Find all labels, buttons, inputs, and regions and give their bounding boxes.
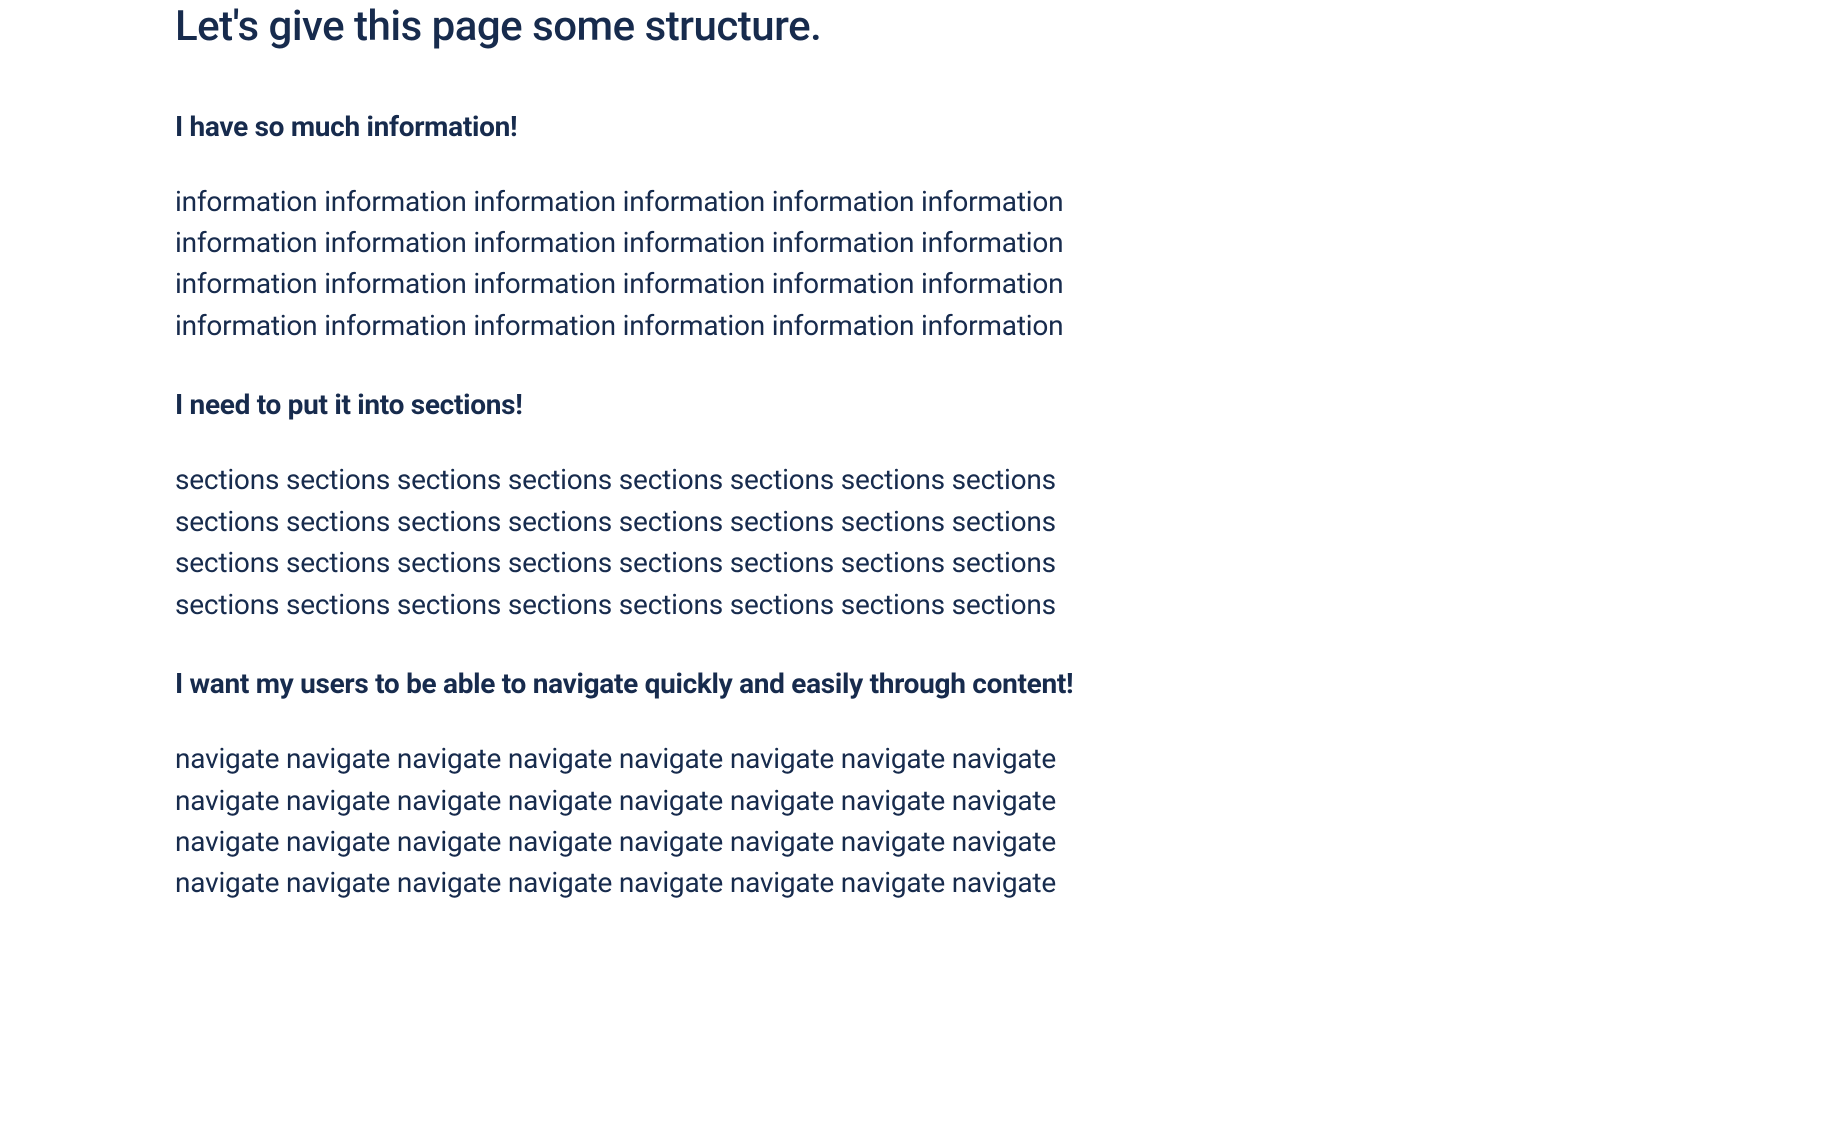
section-heading-2: I need to put it into sections!	[175, 388, 1400, 421]
section-heading-1: I have so much information!	[175, 110, 1400, 143]
document-content: Let's give this page some structure. I h…	[0, 0, 1400, 904]
page-title: Let's give this page some structure.	[175, 0, 1400, 55]
section-heading-3: I want my users to be able to navigate q…	[175, 667, 1400, 700]
section-body-1: information information information info…	[175, 181, 1155, 347]
section-body-2: sections sections sections sections sect…	[175, 459, 1155, 625]
section-body-3: navigate navigate navigate navigate navi…	[175, 738, 1155, 904]
